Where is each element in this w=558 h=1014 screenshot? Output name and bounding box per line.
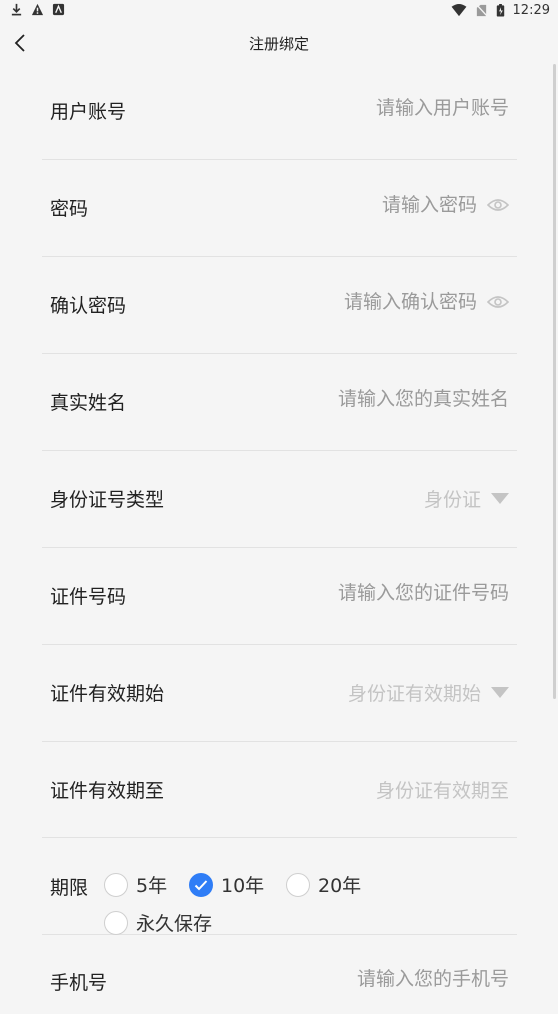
phone-field[interactable] bbox=[319, 968, 509, 990]
field-label: 用户账号 bbox=[50, 101, 127, 123]
field-confirm-password: 确认密码 bbox=[42, 256, 517, 354]
confirm-password-input-wrap bbox=[297, 291, 509, 313]
real-name-input[interactable] bbox=[299, 388, 509, 410]
field-id-valid-from[interactable]: 证件有效期始 身份证有效期始 bbox=[42, 644, 517, 742]
dropdown-triangle-icon bbox=[491, 493, 509, 504]
warning-icon bbox=[31, 3, 44, 16]
id-type-value: 身份证 bbox=[423, 489, 481, 511]
nav-bar: 注册绑定 bbox=[0, 24, 558, 62]
id-valid-from-placeholder: 身份证有效期始 bbox=[347, 683, 481, 705]
id-number-input[interactable] bbox=[299, 582, 509, 604]
term-option-permanent[interactable]: 永久保存 bbox=[104, 909, 212, 936]
field-term: 期限 5年 10年 20年 永久保存 bbox=[42, 837, 517, 935]
id-valid-from-select[interactable]: 身份证有效期始 bbox=[348, 679, 509, 706]
password-field[interactable] bbox=[297, 194, 477, 216]
term-option-label: 5年 bbox=[136, 875, 168, 897]
field-id-valid-to[interactable]: 证件有效期至 身份证有效期至 bbox=[42, 741, 517, 838]
term-option-5y[interactable]: 5年 bbox=[104, 871, 167, 898]
field-password: 密码 bbox=[42, 159, 517, 257]
field-username: 用户账号 bbox=[42, 62, 517, 160]
term-option-20y[interactable]: 20年 bbox=[286, 871, 361, 898]
term-option-label: 20年 bbox=[318, 875, 362, 897]
field-label: 证件号码 bbox=[50, 586, 127, 608]
id-valid-to-placeholder: 身份证有效期至 bbox=[375, 780, 509, 802]
status-right-icons: 12:29 bbox=[451, 3, 550, 18]
phone-input[interactable] bbox=[319, 968, 509, 990]
field-id-type[interactable]: 身份证号类型 身份证 bbox=[42, 450, 517, 548]
password-input-wrap bbox=[297, 194, 509, 216]
confirm-password-field[interactable] bbox=[297, 291, 477, 313]
notification-icon bbox=[52, 3, 65, 16]
radio-circle[interactable] bbox=[286, 872, 310, 897]
radio-circle-checked[interactable] bbox=[189, 872, 213, 897]
id-type-select[interactable]: 身份证 bbox=[424, 485, 509, 512]
term-label: 期限 bbox=[50, 877, 89, 899]
eye-icon[interactable] bbox=[487, 198, 509, 212]
scrollbar[interactable] bbox=[553, 64, 556, 699]
eye-icon[interactable] bbox=[487, 295, 509, 309]
username-field[interactable] bbox=[329, 97, 509, 119]
sim-icon bbox=[475, 4, 488, 17]
term-option-label: 永久保存 bbox=[136, 913, 213, 935]
field-label: 证件有效期始 bbox=[50, 683, 165, 705]
battery-icon bbox=[496, 4, 504, 17]
field-label: 真实姓名 bbox=[50, 392, 127, 414]
id-number-field[interactable] bbox=[299, 582, 509, 604]
page-title: 注册绑定 bbox=[248, 35, 309, 53]
field-label: 手机号 bbox=[50, 972, 108, 994]
field-label: 身份证号类型 bbox=[50, 489, 165, 511]
status-left-icons bbox=[10, 3, 65, 16]
radio-circle[interactable] bbox=[104, 910, 128, 935]
id-valid-to-select[interactable]: 身份证有效期至 bbox=[376, 776, 509, 803]
wifi-icon bbox=[451, 4, 466, 17]
field-phone: 手机号 bbox=[42, 934, 517, 1014]
term-option-10y[interactable]: 10年 bbox=[189, 871, 264, 898]
status-bar: 12:29 bbox=[0, 0, 558, 24]
field-label: 证件有效期至 bbox=[50, 780, 165, 802]
radio-circle[interactable] bbox=[104, 872, 128, 897]
check-icon bbox=[194, 879, 208, 890]
real-name-field[interactable] bbox=[299, 388, 509, 410]
username-input[interactable] bbox=[329, 97, 509, 119]
registration-form: 用户账号 密码 确认密码 真实姓名 身份证号类型 bbox=[0, 62, 558, 994]
field-real-name: 真实姓名 bbox=[42, 353, 517, 451]
term-option-label: 10年 bbox=[221, 875, 265, 897]
field-label: 密码 bbox=[50, 198, 89, 220]
download-icon bbox=[11, 3, 22, 16]
status-time: 12:29 bbox=[512, 3, 550, 18]
field-label: 确认密码 bbox=[50, 295, 127, 317]
dropdown-triangle-icon bbox=[491, 687, 509, 698]
field-id-number: 证件号码 bbox=[42, 547, 517, 645]
